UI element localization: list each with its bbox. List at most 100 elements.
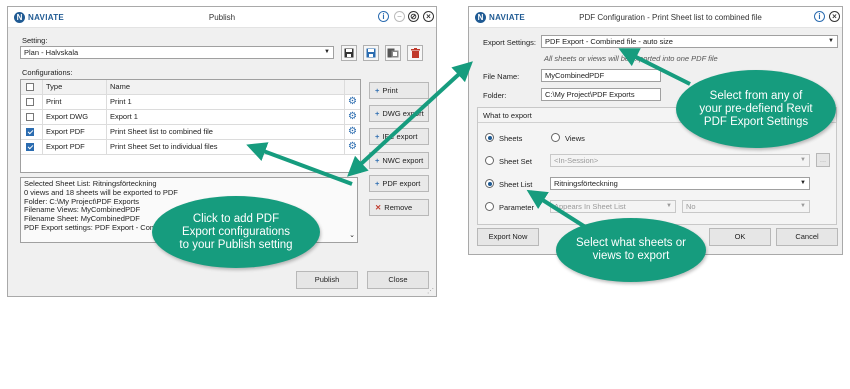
views-radio-label: Views — [565, 134, 585, 143]
sheet-set-label: Sheet Set — [499, 157, 532, 166]
row-check-cell — [21, 140, 43, 154]
file-name-input[interactable]: MyCombinedPDF — [541, 69, 661, 82]
parameter-value: Appears In Sheet List — [554, 202, 626, 211]
add-ifc-export-button[interactable]: + IFC export — [369, 128, 429, 145]
sheet-list-label: Sheet List — [499, 180, 533, 189]
add-print-button[interactable]: + Print — [369, 82, 429, 99]
minimize-icon[interactable]: – — [394, 11, 405, 22]
sheet-set-radio[interactable] — [485, 156, 494, 165]
row-gear-cell: ⚙ — [345, 140, 361, 154]
table-header: Type Name — [21, 80, 360, 95]
delete-icon[interactable] — [407, 45, 423, 61]
setting-label: Setting: — [22, 36, 48, 45]
export-settings-value: PDF Export - Combined file - auto size — [545, 37, 673, 46]
configurations-table: Type Name Print Print 1 ⚙ Export DWG Exp… — [20, 79, 361, 173]
resize-grip-icon[interactable]: ⋰ — [427, 287, 434, 295]
export-settings-dropdown[interactable]: PDF Export - Combined file - auto size ▼ — [541, 35, 838, 48]
row-check-cell — [21, 125, 43, 139]
parameter-dropdown[interactable]: Appears In Sheet List ▼ — [550, 200, 676, 213]
table-row[interactable]: Export PDF Print Sheet list to combined … — [21, 125, 360, 140]
views-radio[interactable] — [551, 133, 560, 142]
sheet-list-value: Ritningsförteckning — [554, 179, 618, 188]
configurations-label: Configurations: — [22, 68, 73, 77]
chevron-down-icon: ▼ — [666, 203, 672, 209]
folder-label: Folder: — [483, 91, 507, 100]
copy-settings-icon[interactable] — [385, 45, 401, 61]
scroll-down-icon[interactable]: ⌄ — [349, 232, 355, 241]
save-as-icon[interactable] — [363, 45, 379, 61]
gear-icon[interactable]: ⚙ — [348, 125, 357, 139]
add-nwc-export-button[interactable]: + NWC export — [369, 152, 429, 169]
export-now-button[interactable]: Export Now — [477, 228, 539, 246]
close-button[interactable]: Close — [367, 271, 429, 289]
table-row[interactable]: Export DWG Export 1 ⚙ — [21, 110, 360, 125]
file-name-label: File Name: — [483, 72, 520, 81]
gear-icon[interactable]: ⚙ — [348, 110, 357, 124]
chevron-down-icon: ▼ — [828, 38, 834, 44]
row-name: Print 1 — [107, 95, 345, 109]
publish-titlebar: N NAVIATE Publish i – ⊘ × — [8, 7, 436, 28]
header-type: Type — [43, 80, 107, 94]
row-type: Export DWG — [43, 110, 107, 124]
callout-what-to-export: Select what sheets or views to export — [556, 218, 706, 282]
row-check-cell — [21, 95, 43, 109]
row-type: Print — [43, 95, 107, 109]
ok-button[interactable]: OK — [709, 228, 771, 246]
table-row[interactable]: Export PDF Print Sheet Set to individual… — [21, 140, 360, 155]
row-name: Print Sheet list to combined file — [107, 125, 345, 139]
sheet-set-dropdown[interactable]: <In-Session> ▼ — [550, 154, 810, 167]
setting-dropdown[interactable]: Plan - Halvskala ▼ — [20, 46, 334, 59]
row-name: Export 1 — [107, 110, 345, 124]
export-hint: All sheets or views will be exported int… — [544, 54, 718, 63]
sheet-set-browse-button[interactable]: ... — [816, 153, 830, 167]
publish-button[interactable]: Publish — [296, 271, 358, 289]
sheets-radio-label: Sheets — [499, 134, 523, 143]
pdf-config-titlebar: N NAVIATE PDF Configuration - Print Sheet… — [469, 7, 842, 28]
row-checkbox[interactable] — [26, 128, 34, 136]
cancel-button[interactable]: Cancel — [776, 228, 838, 246]
row-checkbox[interactable] — [26, 98, 34, 106]
window-title: Publish — [208, 13, 236, 22]
sheets-radio[interactable] — [485, 133, 494, 142]
sheet-list-dropdown[interactable]: Ritningsförteckning ▼ — [550, 177, 810, 190]
row-gear-cell: ⚙ — [345, 110, 361, 124]
header-gear — [345, 80, 361, 94]
info-icon[interactable]: i — [378, 11, 389, 22]
row-checkbox[interactable] — [26, 143, 34, 151]
table-row[interactable]: Print Print 1 ⚙ — [21, 95, 360, 110]
sheet-list-radio[interactable] — [485, 179, 494, 188]
what-to-export-label: What to export — [483, 111, 532, 120]
close-icon[interactable]: × — [423, 11, 434, 22]
parameter-value-dropdown[interactable]: No ▼ — [682, 200, 810, 213]
row-check-cell — [21, 110, 43, 124]
add-dwg-export-button[interactable]: + DWG export — [369, 105, 429, 122]
row-type: Export PDF — [43, 140, 107, 154]
chevron-down-icon: ▼ — [800, 157, 806, 163]
info-icon[interactable]: i — [814, 11, 825, 22]
setting-value: Plan - Halvskala — [24, 48, 79, 57]
row-type: Export PDF — [43, 125, 107, 139]
sheet-set-value: <In-Session> — [554, 156, 599, 165]
callout-export-settings: Select from any of your pre-defiend Revi… — [676, 70, 836, 148]
settings-icon[interactable]: ⊘ — [408, 11, 419, 22]
close-icon[interactable]: × — [829, 11, 840, 22]
gear-icon[interactable]: ⚙ — [348, 95, 357, 109]
header-name: Name — [107, 80, 345, 94]
callout-add-pdf: Click to add PDF Export configurations t… — [152, 196, 320, 268]
save-icon[interactable] — [341, 45, 357, 61]
select-all-checkbox[interactable] — [26, 83, 34, 91]
gear-icon[interactable]: ⚙ — [348, 140, 357, 154]
header-check — [21, 80, 43, 94]
remove-button[interactable]: ✕ Remove — [369, 199, 429, 216]
add-pdf-export-button[interactable]: + PDF export — [369, 175, 429, 192]
window-title: PDF Configuration - Print Sheet list to … — [579, 13, 762, 22]
row-name: Print Sheet Set to individual files — [107, 140, 345, 154]
row-checkbox[interactable] — [26, 113, 34, 121]
parameter-value-2: No — [686, 202, 696, 211]
row-gear-cell: ⚙ — [345, 95, 361, 109]
folder-input[interactable]: C:\My Project\PDF Exports — [541, 88, 661, 101]
row-gear-cell: ⚙ — [345, 125, 361, 139]
parameter-radio[interactable] — [485, 202, 494, 211]
chevron-down-icon: ▼ — [800, 180, 806, 186]
export-settings-label: Export Settings: — [483, 38, 536, 47]
